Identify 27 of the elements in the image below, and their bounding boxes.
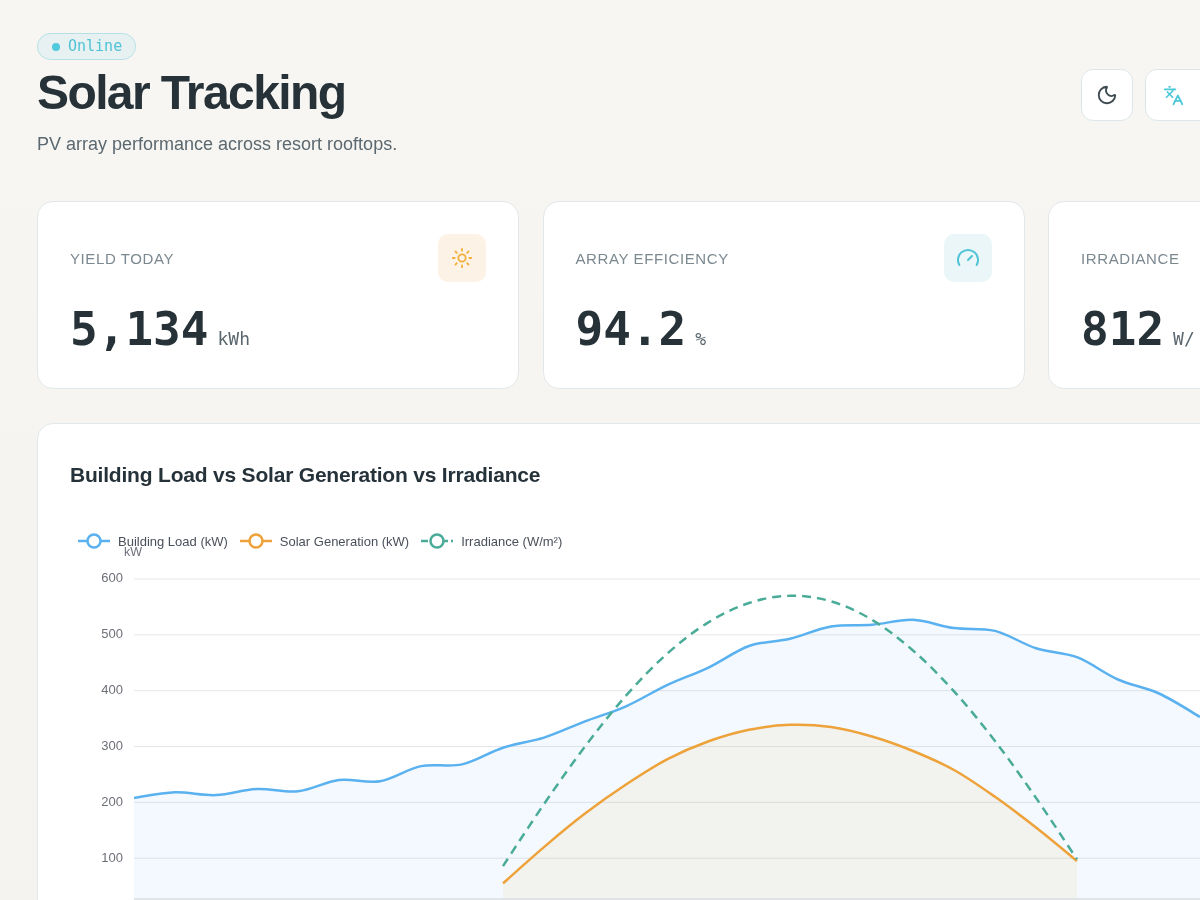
metric-value: 5,134	[70, 306, 209, 352]
y-tick-label: 200	[101, 793, 123, 809]
metric-value: 94.2	[575, 306, 687, 352]
legend-label: Irradiance (W/m²)	[461, 533, 563, 549]
status-dot-icon	[52, 42, 60, 51]
sun-icon	[438, 234, 486, 282]
metric-unit: kWh	[217, 328, 250, 349]
y-tick-label: 300	[101, 738, 123, 753]
gauge-icon	[943, 234, 992, 282]
theme-toggle-button[interactable]	[1081, 69, 1133, 121]
page-subtitle: PV array performance across resort rooftops.	[37, 133, 398, 156]
chart-title: Building Load vs Solar Generation vs Irradiance	[70, 462, 541, 488]
translate-icon	[1163, 84, 1184, 106]
metric-unit: W/	[1173, 328, 1195, 349]
moon-icon	[1096, 84, 1118, 106]
page-title: Solar Tracking	[37, 66, 346, 119]
metric-label: IRRADIANCE	[1081, 249, 1180, 267]
metric-unit: %	[695, 328, 707, 349]
y-tick-label: 400	[101, 682, 123, 698]
metric-label: ARRAY EFFICIENCY	[575, 249, 729, 267]
metric-label: YIELD TODAY	[70, 249, 175, 267]
y-tick-label: 600	[101, 570, 123, 586]
status-label: Online	[68, 39, 123, 54]
y-tick-label: 500	[101, 626, 123, 642]
legend-label: Solar Generation (kW)	[279, 533, 410, 549]
metric-value: 812	[1081, 306, 1165, 352]
y-tick-label: 100	[101, 849, 123, 865]
